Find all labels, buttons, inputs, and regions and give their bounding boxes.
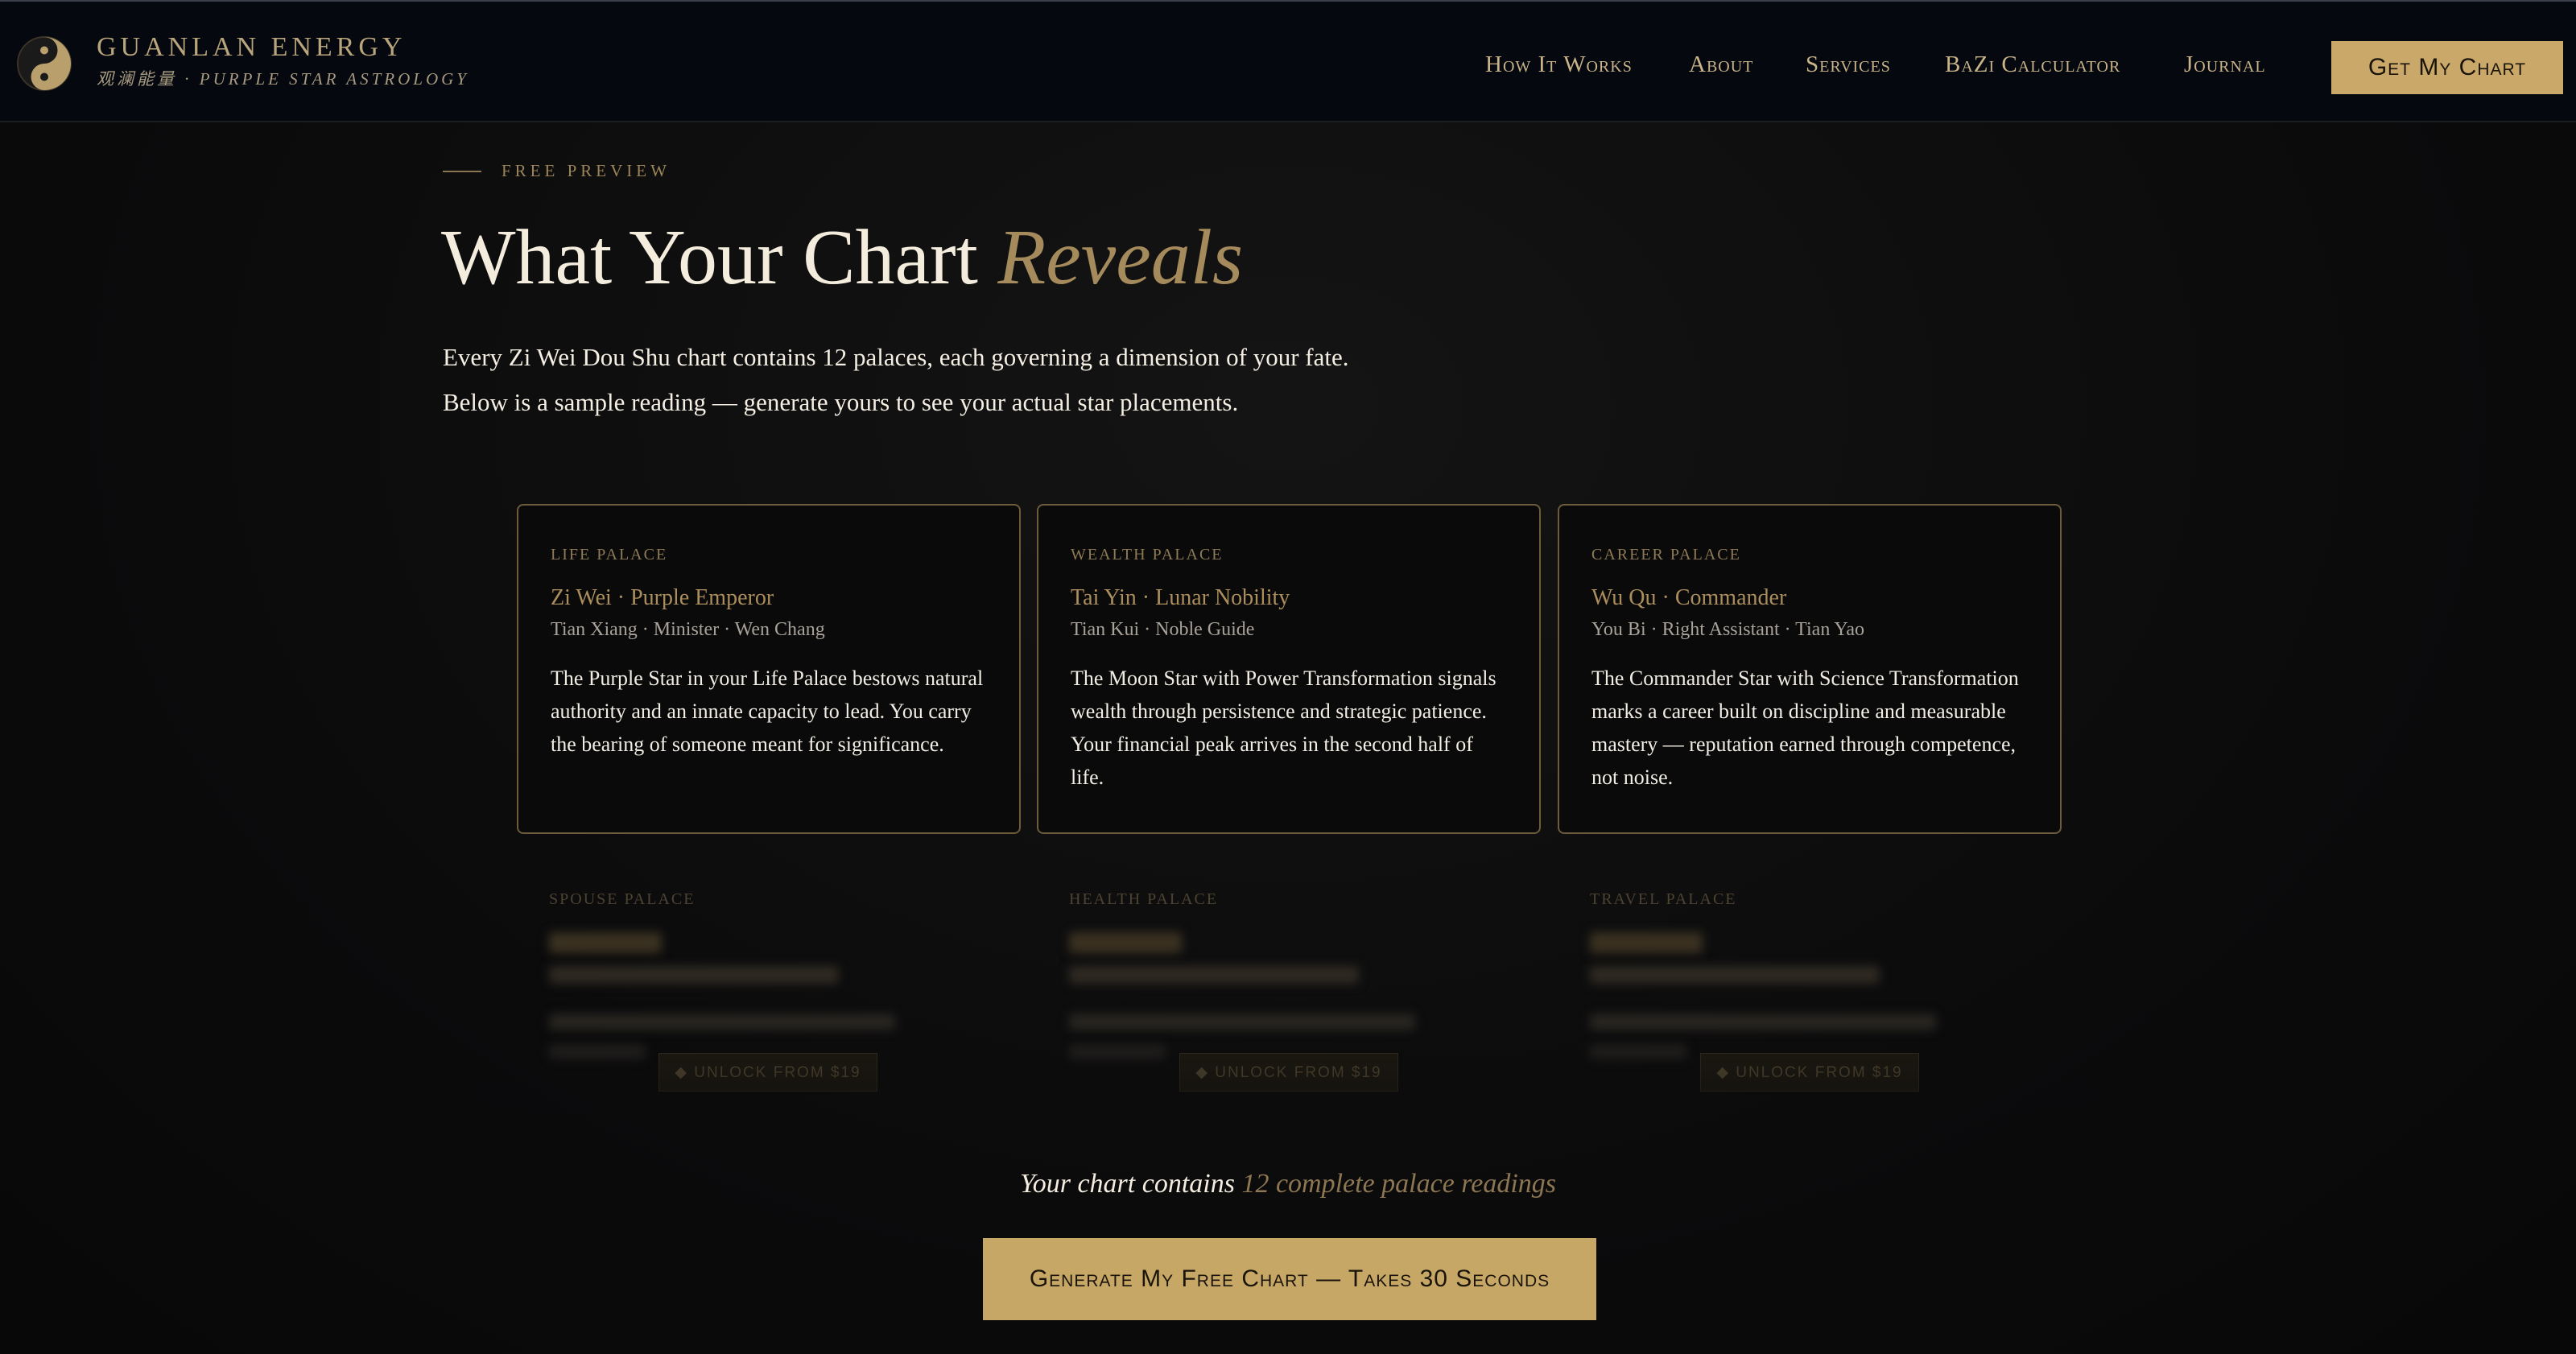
locked-palace-spouse: SPOUSE PALACE ◆ UNLOCK FROM $19 bbox=[517, 877, 1021, 1092]
blurred-text bbox=[1069, 932, 1182, 953]
intro-text-line-1: Every Zi Wei Dou Shu chart contains 12 p… bbox=[443, 343, 1349, 371]
blurred-text bbox=[1069, 1014, 1415, 1030]
palace-label: CAREER PALACE bbox=[1591, 546, 1741, 563]
blurred-text bbox=[1590, 1045, 1686, 1059]
palace-description: The Moon Star with Power Transformation … bbox=[1071, 667, 1496, 789]
page-title: What Your Chart Reveals bbox=[441, 213, 1243, 303]
palace-label: WEALTH PALACE bbox=[1071, 546, 1224, 563]
minor-stars: Tian Kui · Noble Guide bbox=[1071, 619, 1255, 640]
main-star: Tai Yin · Lunar Nobility bbox=[1071, 585, 1290, 610]
palace-card-life: LIFE PALACE Zi Wei · Purple Emperor Tian… bbox=[517, 504, 1021, 834]
get-my-chart-button[interactable]: Get My Chart bbox=[2331, 41, 2563, 94]
blurred-text bbox=[549, 1045, 646, 1059]
palace-description: The Commander Star with Science Transfor… bbox=[1591, 667, 2019, 789]
blurred-text bbox=[1590, 1014, 1936, 1030]
nav-how-it-works[interactable]: How It Works bbox=[1485, 52, 1633, 78]
yin-yang-logo-icon[interactable] bbox=[16, 35, 72, 92]
page: GUANLAN ENERGY 观澜能量 · PURPLE STAR ASTROL… bbox=[0, 0, 2576, 1354]
blurred-text bbox=[1069, 966, 1359, 984]
locked-palace-travel: TRAVEL PALACE ◆ UNLOCK FROM $19 bbox=[1558, 877, 2062, 1092]
blurred-text bbox=[1590, 966, 1880, 984]
brand-name[interactable]: GUANLAN ENERGY bbox=[97, 32, 406, 63]
blurred-text bbox=[1590, 932, 1703, 953]
palace-label: TRAVEL PALACE bbox=[1590, 890, 1737, 908]
palace-card-career: CAREER PALACE Wu Qu · Commander You Bi ·… bbox=[1558, 504, 2062, 834]
page-title-accent: Reveals bbox=[997, 214, 1244, 301]
palace-description: The Purple Star in your Life Palace best… bbox=[551, 667, 984, 756]
unlock-button[interactable]: ◆ UNLOCK FROM $19 bbox=[1179, 1053, 1398, 1092]
brand-subtitle: 观澜能量 · PURPLE STAR ASTROLOGY bbox=[97, 69, 469, 89]
site-header: GUANLAN ENERGY 观澜能量 · PURPLE STAR ASTROL… bbox=[0, 0, 2576, 122]
palace-label: LIFE PALACE bbox=[551, 546, 668, 563]
nav-services[interactable]: Services bbox=[1806, 52, 1891, 78]
eyebrow-divider bbox=[443, 171, 481, 172]
palace-label: HEALTH PALACE bbox=[1069, 890, 1219, 908]
nav-bazi-calculator[interactable]: BaZi Calculator bbox=[1945, 52, 2120, 78]
blurred-text bbox=[549, 1014, 895, 1030]
generate-free-chart-button[interactable]: Generate My Free Chart — Takes 30 Second… bbox=[983, 1238, 1596, 1320]
palace-label: SPOUSE PALACE bbox=[549, 890, 696, 908]
palace-count-accent: 12 complete palace readings bbox=[1241, 1169, 1557, 1199]
minor-stars: You Bi · Right Assistant · Tian Yao bbox=[1591, 619, 1865, 640]
nav-about[interactable]: About bbox=[1689, 52, 1753, 78]
locked-palace-health: HEALTH PALACE ◆ UNLOCK FROM $19 bbox=[1037, 877, 1541, 1092]
unlock-button[interactable]: ◆ UNLOCK FROM $19 bbox=[658, 1053, 877, 1092]
palace-card-wealth: WEALTH PALACE Tai Yin · Lunar Nobility T… bbox=[1037, 504, 1541, 834]
unlock-button[interactable]: ◆ UNLOCK FROM $19 bbox=[1700, 1053, 1919, 1092]
palace-count-text: Your chart contains 12 complete palace r… bbox=[0, 1169, 2576, 1199]
main-star: Wu Qu · Commander bbox=[1591, 585, 1787, 610]
minor-stars: Tian Xiang · Minister · Wen Chang bbox=[551, 619, 825, 640]
blurred-text bbox=[549, 932, 662, 953]
main-star: Zi Wei · Purple Emperor bbox=[551, 585, 774, 610]
blurred-text bbox=[549, 966, 839, 984]
intro-text-line-2: Below is a sample reading — generate you… bbox=[443, 388, 1239, 416]
blurred-text bbox=[1069, 1045, 1166, 1059]
nav-journal[interactable]: Journal bbox=[2184, 52, 2266, 78]
palace-count-prefix: Your chart contains bbox=[1019, 1169, 1242, 1199]
page-title-main: What Your Chart bbox=[441, 214, 998, 301]
section-eyebrow: FREE PREVIEW bbox=[502, 161, 671, 180]
